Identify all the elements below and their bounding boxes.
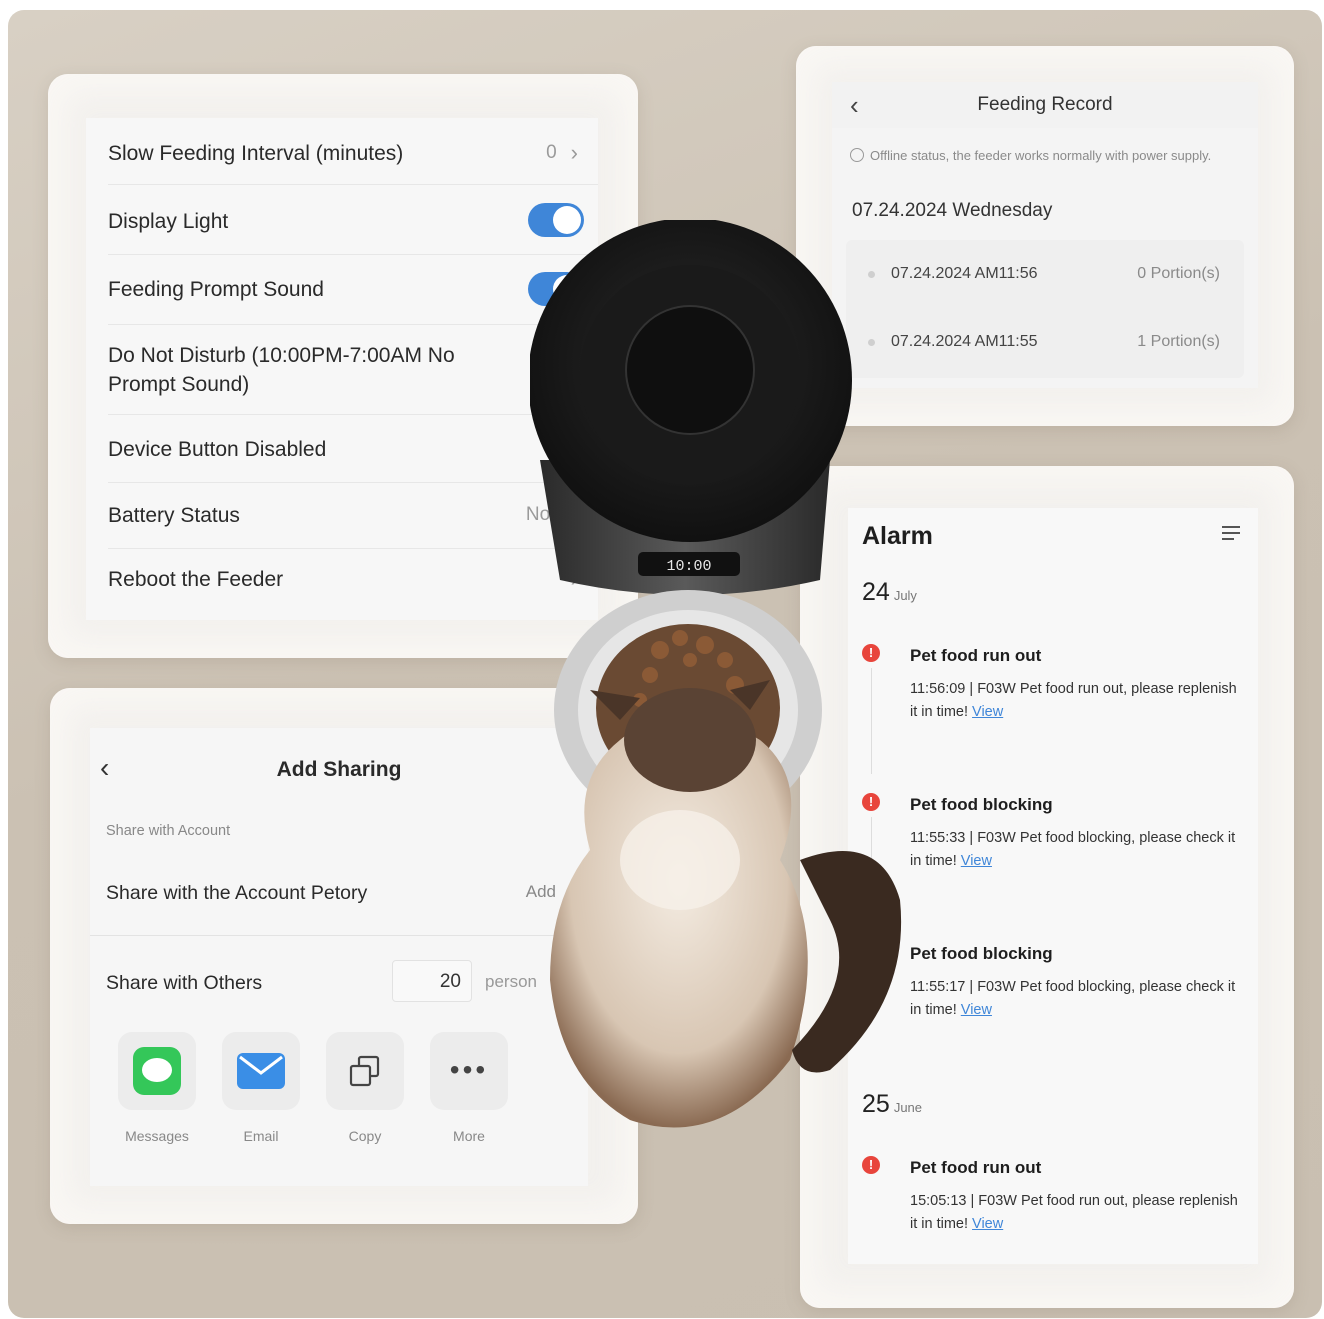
share-with-account-subtitle: Share with Account <box>106 823 231 839</box>
filter-list-icon[interactable] <box>1222 526 1240 544</box>
messages-icon <box>133 1047 181 1095</box>
feeding-prompt-sound-row: Feeding Prompt Sound <box>86 268 598 310</box>
alarm-entry: ! Pet food run out 15:05:13 | F03W Pet f… <box>862 1156 1238 1256</box>
record-portions: 1 Portion(s) <box>1137 333 1220 350</box>
sharing-screen: ‹ Add Sharing Share with Account Share w… <box>90 728 588 1186</box>
record-time: 07.24.2024 AM11:56 <box>891 265 1038 282</box>
alarm-entry-title: Pet food blocking <box>910 795 1053 814</box>
email-label: Email <box>243 1128 279 1144</box>
offline-note: Offline status, the feeder works normall… <box>850 148 1211 163</box>
share-count-field[interactable]: 20 <box>392 960 472 1002</box>
feeding-record-date: 07.24.2024 Wednesday <box>852 200 1053 221</box>
alarm-entry-title: Pet food blocking <box>910 944 1053 963</box>
chevron-right-icon: › <box>570 140 578 165</box>
device-display-text: 10:00 <box>666 558 711 575</box>
more-icon: ••• <box>449 1054 489 1085</box>
view-link[interactable]: View <box>961 853 992 869</box>
reboot-feeder-label: Reboot the Feeder <box>108 567 284 591</box>
alarm-entry-text: 11:55:33 | F03W Pet food blocking, pleas… <box>910 830 1236 869</box>
alarm-entry: Pet food blocking 11:55:17 | F03W Pet fo… <box>862 942 1238 1042</box>
add-sharing-title: Add Sharing <box>276 758 402 781</box>
slow-feeding-interval-row[interactable]: Slow Feeding Interval (minutes) 0 › <box>86 132 598 174</box>
alarm-entry-text: 15:05:13 | F03W Pet food run out, please… <box>910 1193 1238 1232</box>
do-not-disturb-row: Do Not Disturb (10:00PM-7:00AM No Prompt… <box>86 338 598 402</box>
reboot-feeder-row[interactable]: Reboot the Feeder › <box>86 558 598 600</box>
alarm-entry-text: 11:55:17 | F03W Pet food blocking, pleas… <box>910 979 1236 1018</box>
share-email-button[interactable]: Email <box>222 1032 300 1144</box>
slow-feeding-interval-value: 0 <box>546 142 557 163</box>
share-copy-button[interactable]: Copy <box>326 1032 404 1144</box>
share-account-label: Share with the Account Petory <box>106 882 368 904</box>
device-button-disabled-row: Device Button Disabled <box>86 428 598 470</box>
share-others-label: Share with Others <box>106 972 263 994</box>
share-messages-button[interactable]: Messages <box>118 1032 196 1144</box>
alarm-entry-title: Pet food run out <box>910 1158 1042 1177</box>
record-time: 07.24.2024 AM11:55 <box>891 333 1038 350</box>
feeder-and-cat-photo: 10:00 <box>530 220 902 1128</box>
alert-icon: ! <box>862 1156 880 1174</box>
alarm-entry: ! Pet food blocking 11:55:33 | F03W Pet … <box>862 793 1238 923</box>
copy-icon <box>349 1055 380 1087</box>
device-button-disabled-label: Device Button Disabled <box>108 437 327 461</box>
slow-feeding-interval-label: Slow Feeding Interval (minutes) <box>108 141 404 165</box>
battery-status-label: Battery Status <box>108 503 240 527</box>
feeding-record-title: Feeding Record <box>977 94 1113 115</box>
email-icon <box>237 1053 285 1089</box>
more-label: More <box>453 1128 485 1144</box>
do-not-disturb-label: Do Not Disturb (10:00PM-7:00AM No Prompt… <box>108 344 455 396</box>
settings-screen: Slow Feeding Interval (minutes) 0 › Disp… <box>86 118 598 620</box>
share-more-button[interactable]: ••• More <box>430 1032 508 1144</box>
display-light-row: Display Light <box>86 200 598 242</box>
record-portions: 0 Portion(s) <box>1137 265 1220 282</box>
copy-label: Copy <box>348 1128 382 1144</box>
alarm-entry-text: 11:56:09 | F03W Pet food run out, please… <box>910 681 1237 720</box>
feeding-record-header: ‹ Feeding Record <box>832 82 1258 128</box>
view-link[interactable]: View <box>961 1002 992 1018</box>
alarm-entry: ! Pet food run out 11:56:09 | F03W Pet f… <box>862 644 1238 774</box>
view-link[interactable]: View <box>972 704 1003 720</box>
alarm-entry-title: Pet food run out <box>910 646 1042 665</box>
info-icon <box>850 148 864 162</box>
battery-status-row: Battery Status No Bat <box>86 494 598 536</box>
messages-label: Messages <box>125 1128 189 1144</box>
feeding-prompt-sound-label: Feeding Prompt Sound <box>108 277 324 301</box>
offline-note-text: Offline status, the feeder works normall… <box>870 148 1212 163</box>
display-light-label: Display Light <box>108 209 229 233</box>
view-link[interactable]: View <box>972 1216 1003 1232</box>
